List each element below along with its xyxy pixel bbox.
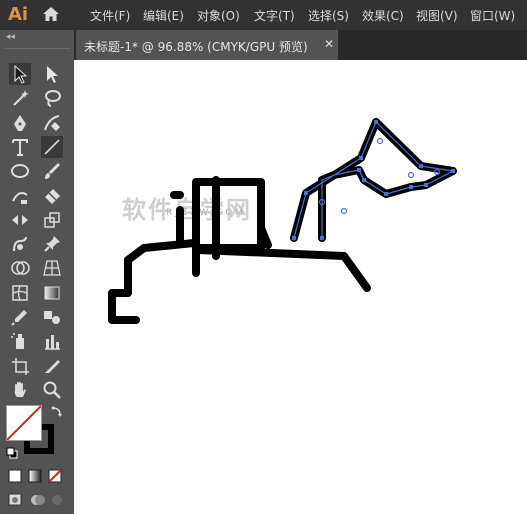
blend-icon: [44, 311, 60, 324]
eraser-icon: [45, 188, 60, 204]
column-graph-icon: [45, 335, 60, 351]
close-tab-icon[interactable]: ✕: [324, 37, 334, 51]
gradient-icon: [44, 286, 60, 300]
none-mode-icon[interactable]: [48, 468, 62, 487]
menu-edit[interactable]: 编辑(E): [143, 7, 184, 24]
direct-selection-icon: [47, 66, 58, 83]
default-colors-icon[interactable]: [6, 444, 18, 463]
color-mode-icon[interactable]: [8, 468, 22, 487]
artboard-canvas[interactable]: 软件自学网 RJZXW.COM: [74, 60, 527, 514]
panel-collapse-icon[interactable]: ◂◂: [6, 32, 15, 42]
selection-tool[interactable]: [9, 63, 31, 85]
symbol-sprayer-icon: [11, 333, 24, 350]
artboard-tool[interactable]: [9, 355, 31, 377]
perspective-grid-tool[interactable]: [41, 257, 63, 279]
eyedropper-tool[interactable]: [9, 306, 31, 328]
gradient-tool[interactable]: [41, 282, 63, 304]
paintbrush-tool[interactable]: [41, 160, 63, 182]
artwork: [108, 118, 457, 324]
menu-view[interactable]: 视图(V): [416, 7, 458, 24]
hand-tool[interactable]: [9, 379, 31, 401]
menu-bar: Ai 文件(F) 编辑(E) 对象(O) 文字(T) 选择(S) 效果(C) 视…: [0, 0, 527, 30]
menu-object[interactable]: 对象(O): [197, 7, 240, 24]
column-graph-tool[interactable]: [41, 330, 63, 352]
document-tab[interactable]: 未标题-1* @ 96.88% (CMYK/GPU 预览): [76, 30, 338, 60]
artboard-icon: [12, 357, 29, 375]
magic-wand-tool[interactable]: [9, 87, 31, 109]
draw-normal-icon[interactable]: [8, 492, 24, 511]
line-segment-tool[interactable]: [41, 135, 63, 158]
zoom-tool[interactable]: [41, 379, 63, 401]
eraser-tool[interactable]: [41, 185, 63, 207]
selection-icon: [14, 64, 28, 84]
shaper-icon: [12, 191, 28, 204]
lasso-tool[interactable]: [41, 87, 63, 109]
color-controls: [0, 400, 74, 514]
menu-type[interactable]: 文字(T): [254, 7, 295, 24]
eyedropper-icon: [11, 310, 27, 326]
lasso-icon: [45, 90, 61, 108]
hand-icon: [14, 381, 26, 397]
shape-builder-icon: [11, 261, 30, 276]
document-tab-title: 未标题-1* @ 96.88% (CMYK/GPU 预览): [84, 40, 308, 54]
type-icon: [12, 138, 28, 156]
menu-effect[interactable]: 效果(C): [362, 7, 404, 24]
home-icon[interactable]: [42, 6, 60, 26]
mesh-icon: [12, 284, 28, 301]
body-outline: [108, 239, 371, 324]
selected-arm: [290, 118, 457, 242]
swap-fill-stroke-icon[interactable]: [50, 404, 64, 423]
shape-builder-tool[interactable]: [9, 257, 31, 279]
app-logo: Ai: [8, 4, 29, 25]
ellipse-icon: [11, 164, 29, 179]
symbol-sprayer-tool[interactable]: [9, 330, 31, 352]
pen-icon: [14, 114, 26, 131]
pin-icon: [44, 236, 60, 252]
slice-icon: [45, 359, 60, 373]
pen-tool[interactable]: [9, 112, 31, 134]
mesh-tool[interactable]: [9, 282, 31, 304]
menu-select[interactable]: 选择(S): [308, 7, 349, 24]
none-slash-icon: [7, 406, 41, 440]
menu-file[interactable]: 文件(F): [90, 7, 130, 24]
width-icon: [12, 214, 28, 225]
cab-outline: [192, 178, 265, 252]
gradient-mode-icon[interactable]: [28, 468, 42, 487]
direct-selection-tool[interactable]: [41, 63, 63, 85]
draw-inside-icon[interactable]: [50, 492, 64, 511]
perspective-grid-icon: [43, 260, 61, 277]
line-segment-icon: [44, 139, 60, 155]
panel-divider: [4, 48, 70, 49]
magic-wand-icon: [13, 90, 29, 107]
type-tool[interactable]: [9, 136, 31, 158]
slice-tool[interactable]: [41, 355, 63, 377]
paintbrush-icon: [45, 163, 60, 180]
width-tool[interactable]: [9, 209, 31, 231]
fill-swatch[interactable]: [6, 405, 42, 441]
zoom-icon: [43, 381, 61, 399]
puppet-warp-icon: [13, 237, 27, 252]
ellipse-tool[interactable]: [9, 160, 31, 182]
scale-tool[interactable]: [41, 209, 63, 231]
excavator-body: [108, 176, 371, 324]
curvature-icon: [44, 114, 60, 131]
pin-tool[interactable]: [41, 233, 63, 255]
screen-mode-icon[interactable]: [30, 492, 46, 511]
curvature-tool[interactable]: [41, 112, 63, 134]
menu-window[interactable]: 窗口(W): [470, 7, 515, 24]
puppet-warp-tool[interactable]: [9, 233, 31, 255]
shaper-tool[interactable]: [9, 185, 31, 207]
scale-icon: [44, 212, 60, 228]
blend-tool[interactable]: [41, 306, 63, 328]
